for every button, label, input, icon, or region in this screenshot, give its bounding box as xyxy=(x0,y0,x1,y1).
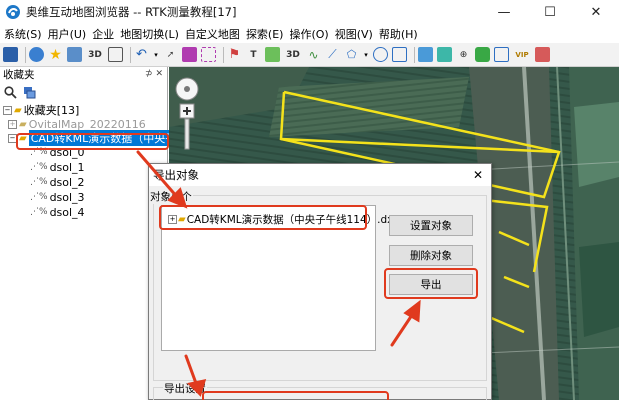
tree-node-dsol-1[interactable]: ⋰% dsol_1 xyxy=(30,160,85,174)
menu-bar: 系统(S) 用户(U) 企业 地图切换(L) 自定义地图 探索(E) 操作(O)… xyxy=(0,24,619,43)
panel-pin-close-icon[interactable]: ⊅ ✕ xyxy=(145,69,163,79)
collapse-all-icon[interactable] xyxy=(23,86,36,99)
favorites-panel: 收藏夹 ⊅ ✕ − ▰ 收藏夹[13] + ▰ OvitalMap_202201… xyxy=(0,67,179,400)
tree-node-label: dsol_2 xyxy=(49,175,85,189)
save-icon[interactable] xyxy=(3,47,18,62)
toolbar: ★ 3D ↶ ▾ ➚ ⚑ T 3D ∿ ⟋ ⬠ ▾ ⊕ VIP xyxy=(0,43,619,67)
tree-node-label: dsol_4 xyxy=(49,205,85,219)
delete-objects-button[interactable]: 删除对象 xyxy=(389,245,473,266)
list-item-label: CAD转KML演示数据（中央子午线114）.dxf xyxy=(186,214,398,226)
delete-icon[interactable] xyxy=(182,47,197,62)
menu-help[interactable]: 帮助(H) xyxy=(379,26,418,42)
layers-icon[interactable] xyxy=(67,47,82,62)
tree-node-label: dsol_3 xyxy=(49,190,85,204)
export-dialog: 导出对象 ✕ 对象:6个 + ▰ CAD转KML演示数据（中央子午线114）.d… xyxy=(148,163,492,400)
dropdown-arrow-icon[interactable]: ▾ xyxy=(153,47,159,62)
menu-map-switch[interactable]: 地图切换(L) xyxy=(120,26,179,42)
close-window-button[interactable]: ✕ xyxy=(573,0,619,24)
toolbar-separator xyxy=(414,46,415,63)
dialog-close-button[interactable]: ✕ xyxy=(465,168,491,182)
ruler-icon[interactable] xyxy=(418,47,433,62)
minimize-button[interactable]: — xyxy=(481,0,527,24)
menu-view[interactable]: 视图(V) xyxy=(335,26,373,42)
maximize-button[interactable]: ☐ xyxy=(527,0,573,24)
track-icon[interactable]: ∿ xyxy=(306,47,321,62)
tree-expander[interactable]: − xyxy=(3,105,12,115)
folder-icon: ▰ xyxy=(14,104,22,116)
grid-icon[interactable] xyxy=(108,47,123,62)
set-objects-button[interactable]: 设置对象 xyxy=(389,215,473,236)
star-icon[interactable]: ★ xyxy=(48,47,63,63)
pin-icon[interactable]: ⚑ xyxy=(227,47,242,62)
dropdown-arrow-icon[interactable]: ▾ xyxy=(363,47,369,62)
tree-node-label: CAD转KML演示数据（中央子 xyxy=(28,130,179,146)
polygon-icon[interactable]: ⬠ xyxy=(344,47,359,62)
tree-node-dsol-0[interactable]: ⋰% dsol_0 xyxy=(30,145,85,159)
polyline-item-icon: ⋰% xyxy=(30,192,48,202)
search-icon[interactable] xyxy=(4,85,17,99)
vip-icon[interactable]: VIP xyxy=(513,47,531,62)
user-icon[interactable] xyxy=(29,47,44,62)
circle-icon[interactable] xyxy=(373,47,388,62)
objects-group-label: 对象:6个 xyxy=(149,189,193,204)
rectangle-icon[interactable] xyxy=(392,47,407,62)
toolbar-separator xyxy=(130,46,131,63)
tree-node-label: dsol_0 xyxy=(49,145,85,159)
polyline-item-icon: ⋰% xyxy=(30,162,48,172)
folder-icon: ▰ xyxy=(178,214,186,225)
menu-explore[interactable]: 探索(E) xyxy=(246,26,284,42)
tree-node-ovitalmap[interactable]: + ▰ OvitalMap_20220116 xyxy=(8,117,146,131)
dialog-title: 导出对象 xyxy=(153,168,199,182)
area-icon[interactable] xyxy=(437,47,452,62)
bookmark-icon[interactable] xyxy=(535,47,550,62)
toolbar-separator xyxy=(25,46,26,63)
tree-expander[interactable]: + xyxy=(8,119,17,129)
objects-list[interactable]: + ▰ CAD转KML演示数据（中央子午线114）.dxf xyxy=(161,205,397,351)
tree-node-cad-kml[interactable]: − ▰ CAD转KML演示数据（中央子 xyxy=(8,130,179,146)
polyline-icon[interactable]: ⟋ xyxy=(325,47,340,62)
menu-operation[interactable]: 操作(O) xyxy=(289,26,328,42)
folder-icon: ▰ xyxy=(19,118,27,130)
select-box-icon[interactable] xyxy=(201,47,216,62)
polyline-item-icon: ⋰% xyxy=(30,147,48,157)
favorites-panel-title: 收藏夹 xyxy=(3,68,35,81)
tree-node-dsol-4[interactable]: ⋰% dsol_4 xyxy=(30,205,85,219)
arrow-icon[interactable]: ➚ xyxy=(163,47,178,62)
tree-node-label: dsol_1 xyxy=(49,160,85,174)
window-title: 奥维互动地图浏览器 -- RTK测量教程[17] xyxy=(26,5,237,19)
tree-node-dsol-3[interactable]: ⋰% dsol_3 xyxy=(30,190,85,204)
tree-node-root[interactable]: − ▰ 收藏夹[13] xyxy=(3,103,79,117)
window-icon[interactable] xyxy=(494,47,509,62)
export-button[interactable]: 导出 xyxy=(389,274,473,295)
button-3d-b[interactable]: 3D xyxy=(284,47,302,62)
button-3d-a[interactable]: 3D xyxy=(86,47,104,62)
tree-node-label: OvitalMap_20220116 xyxy=(28,117,146,131)
image-icon[interactable] xyxy=(265,47,280,62)
list-item[interactable]: + ▰ CAD转KML演示数据（中央子午线114）.dxf xyxy=(168,212,397,227)
export-settings-group-label: 导出设置 xyxy=(163,381,207,396)
tree-node-dsol-2[interactable]: ⋰% dsol_2 xyxy=(30,175,85,189)
polyline-item-icon: ⋰% xyxy=(30,177,48,187)
tree-node-label: 收藏夹[13] xyxy=(23,104,80,117)
chat-icon[interactable] xyxy=(475,47,490,62)
toolbar-separator xyxy=(223,46,224,63)
menu-system[interactable]: 系统(S) xyxy=(4,26,42,42)
menu-enterprise[interactable]: 企业 xyxy=(92,26,114,42)
undo-icon[interactable]: ↶ xyxy=(134,47,149,62)
folder-icon: ▰ xyxy=(19,132,27,144)
polyline-item-icon: ⋰% xyxy=(30,207,48,217)
compass-icon[interactable]: ⊕ xyxy=(456,47,471,62)
title-bar: 奥维互动地图浏览器 -- RTK测量教程[17] — ☐ ✕ xyxy=(0,0,619,24)
app-logo-icon xyxy=(6,5,20,19)
tree-expander[interactable]: − xyxy=(8,133,17,143)
menu-user[interactable]: 用户(U) xyxy=(48,26,87,42)
tree-expander[interactable]: + xyxy=(168,215,177,224)
menu-custom-map[interactable]: 自定义地图 xyxy=(185,26,240,42)
text-icon[interactable]: T xyxy=(246,47,261,62)
